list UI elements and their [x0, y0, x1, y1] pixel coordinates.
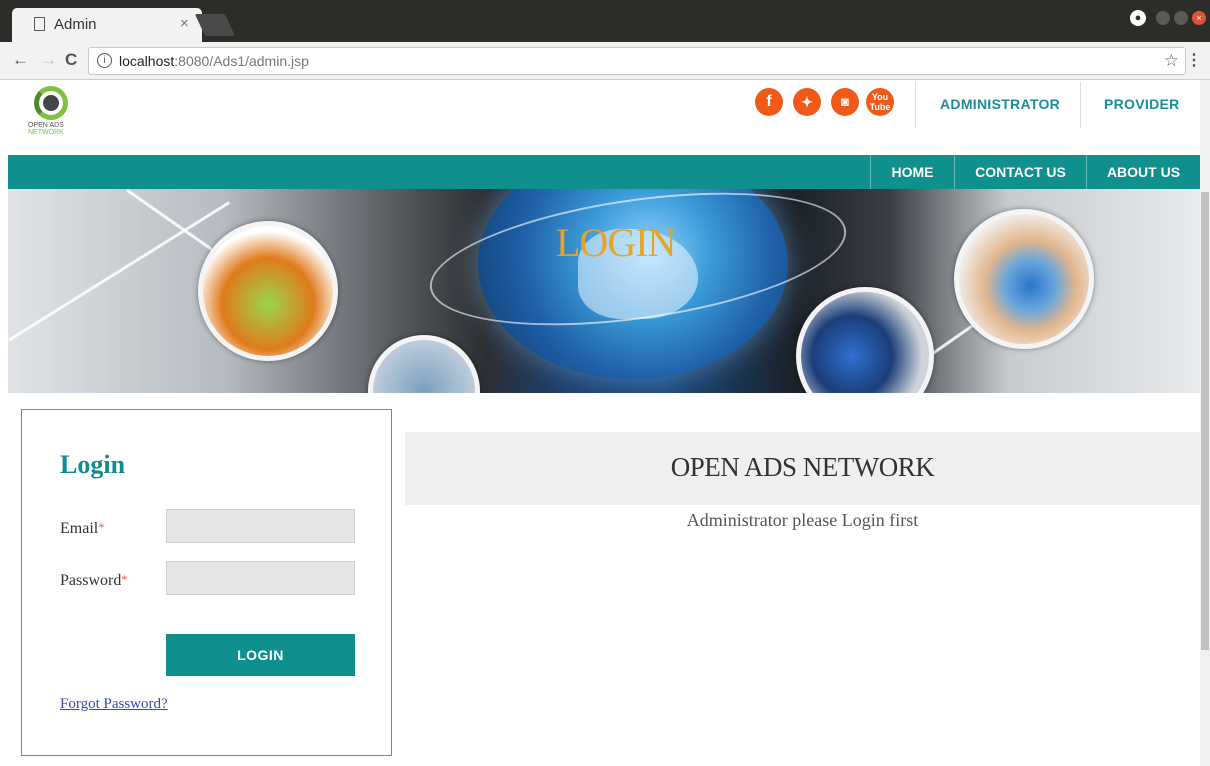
- hands-globe-image: [954, 209, 1094, 349]
- header-divider: [915, 82, 916, 128]
- browser-titlebar: Admin × ● ×: [0, 0, 1210, 42]
- email-label: Email*: [60, 520, 105, 537]
- nav-contact-us[interactable]: CONTACT US: [954, 155, 1086, 189]
- reload-icon[interactable]: C: [65, 50, 77, 70]
- scrollbar[interactable]: [1200, 80, 1210, 766]
- close-icon[interactable]: ×: [180, 15, 189, 32]
- page-icon: [34, 17, 45, 31]
- panel-title: OPEN ADS NETWORK: [670, 452, 935, 482]
- url-text[interactable]: localhost:8080/Ads1/admin.jsp: [119, 53, 309, 69]
- hero-banner: LOGIN: [8, 189, 1200, 393]
- maximize-button[interactable]: [1174, 11, 1188, 25]
- panel-message: Administrator please Login first: [686, 510, 919, 530]
- globe-screens-image: [796, 287, 934, 393]
- youtube-icon[interactable]: You Tube: [866, 88, 894, 116]
- banner-title: LOGIN: [556, 220, 676, 265]
- password-label: Password*: [60, 572, 128, 589]
- twitter-icon[interactable]: ✦: [793, 88, 821, 116]
- info-icon[interactable]: i: [97, 53, 112, 68]
- window-close-button[interactable]: ×: [1192, 11, 1206, 25]
- login-title: Login: [60, 450, 126, 479]
- browser-tab[interactable]: Admin ×: [12, 8, 202, 42]
- facebook-icon[interactable]: f: [755, 88, 783, 116]
- forgot-password-link[interactable]: Forgot Password?: [60, 696, 168, 713]
- window-controls: ● ×: [1130, 10, 1206, 26]
- tab-title: Admin: [54, 16, 97, 33]
- instagram-icon[interactable]: ◙: [831, 88, 859, 116]
- star-icon[interactable]: ☆: [1164, 51, 1179, 71]
- provider-link[interactable]: PROVIDER: [1104, 80, 1180, 128]
- menu-icon[interactable]: ⋮: [1186, 50, 1202, 70]
- account-icon[interactable]: ●: [1130, 10, 1146, 26]
- back-icon[interactable]: ←: [12, 50, 29, 70]
- chart-people-image: [198, 221, 338, 361]
- monitors-image: [368, 335, 480, 393]
- nav-about-us[interactable]: ABOUT US: [1086, 155, 1200, 189]
- logo-text: OPEN ADS NETWORK: [28, 122, 64, 136]
- main-navbar: HOME CONTACT US ABOUT US: [8, 155, 1200, 189]
- login-form: Login Email* Password* LOGIN Forgot Pass…: [21, 409, 392, 756]
- scroll-thumb[interactable]: [1201, 192, 1209, 650]
- panel-header: OPEN ADS NETWORK: [405, 432, 1200, 505]
- minimize-button[interactable]: [1156, 11, 1170, 25]
- administrator-link[interactable]: ADMINISTRATOR: [940, 80, 1060, 128]
- header-divider: [1080, 82, 1081, 128]
- banner-line: [8, 201, 231, 342]
- nav-home[interactable]: HOME: [870, 155, 954, 189]
- site-logo[interactable]: OPEN ADS NETWORK: [28, 84, 84, 148]
- password-field[interactable]: [166, 561, 355, 595]
- logo-dot: [43, 95, 59, 111]
- forward-icon[interactable]: →: [40, 50, 57, 70]
- browser-toolbar: ← → C i localhost:8080/Ads1/admin.jsp ☆ …: [0, 42, 1210, 80]
- login-button[interactable]: LOGIN: [166, 634, 355, 676]
- address-bar[interactable]: i localhost:8080/Ads1/admin.jsp ☆: [88, 47, 1186, 75]
- page-viewport: OPEN ADS NETWORK f ✦ ◙ You Tube ADMINIST…: [0, 80, 1210, 766]
- email-field[interactable]: [166, 509, 355, 543]
